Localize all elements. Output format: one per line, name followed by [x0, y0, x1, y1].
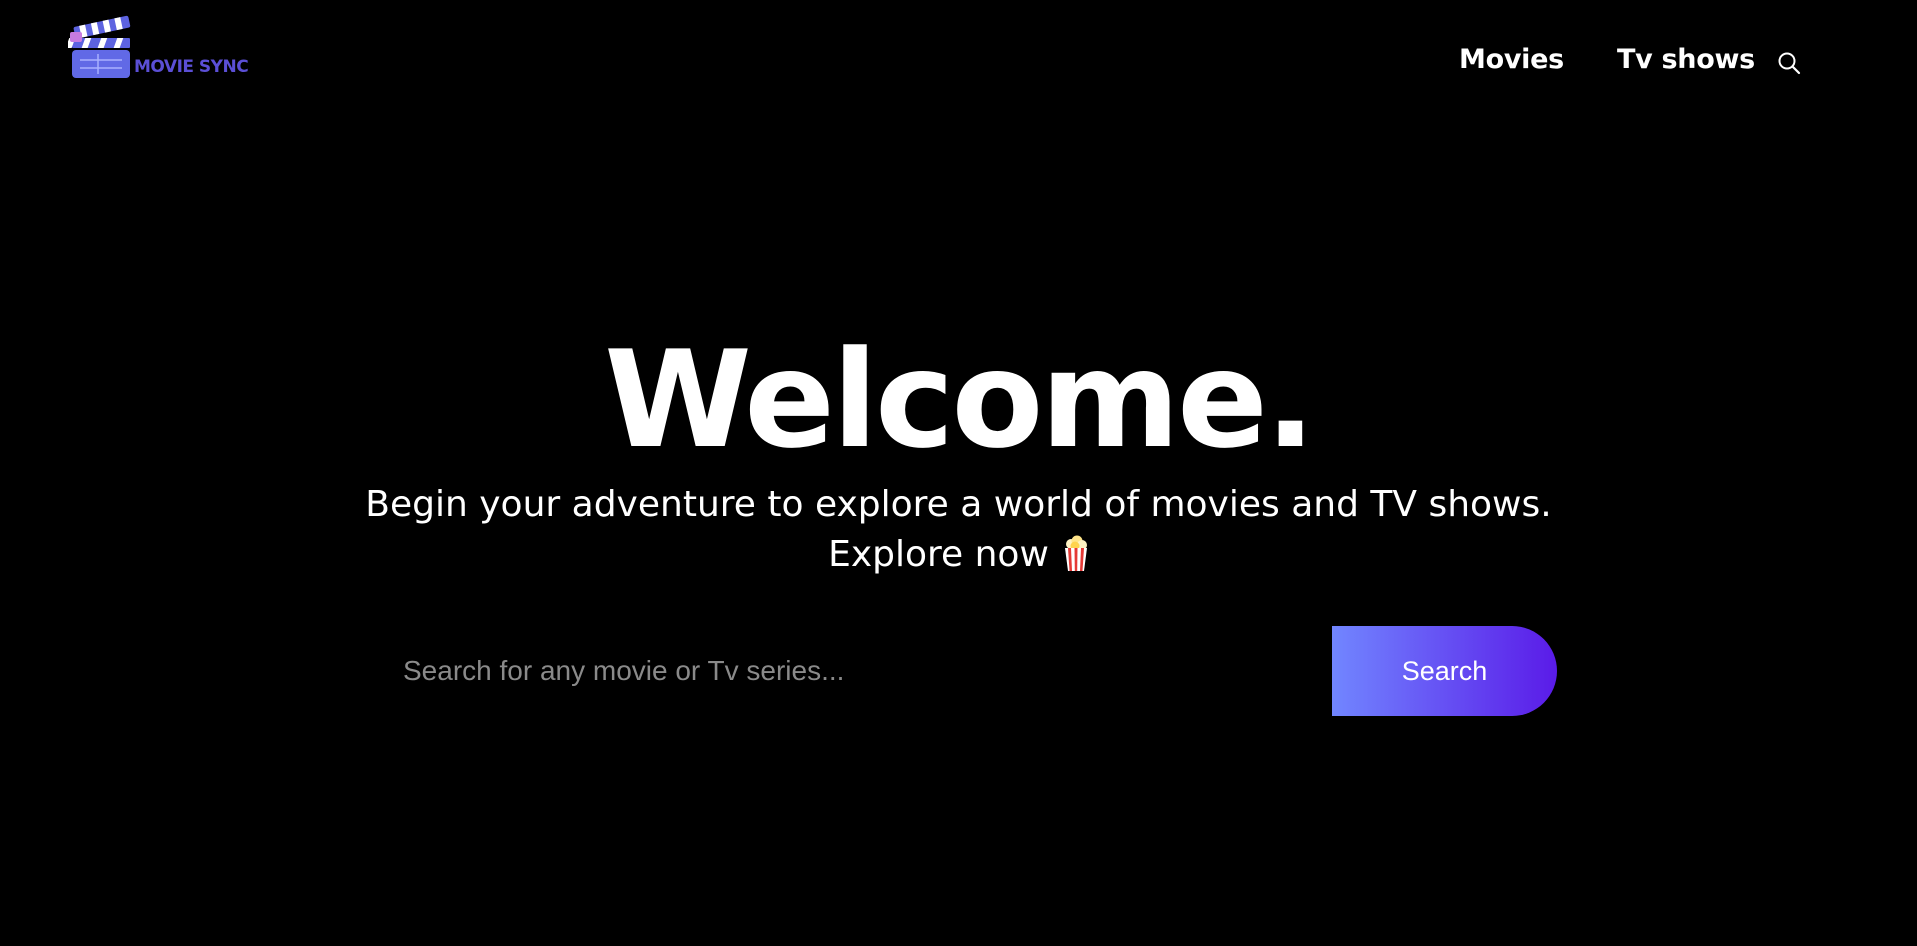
logo-text: MOVIE SYNC — [134, 57, 249, 77]
hero-section: Welcome. Begin your adventure to explore… — [0, 320, 1917, 580]
search-icon[interactable] — [1776, 50, 1802, 76]
nav-tv-shows-link[interactable]: Tv shows — [1617, 44, 1755, 75]
logo[interactable]: MOVIE SYNC — [68, 14, 268, 84]
explore-now-text: Explore now — [828, 534, 1049, 575]
hero-title: Welcome. — [604, 322, 1316, 478]
nav-movies-link[interactable]: Movies — [1459, 44, 1564, 75]
search-bar: Search — [373, 626, 1557, 716]
hero-cta-line: Explore now — [0, 530, 1917, 580]
clapperboard-icon — [68, 15, 131, 78]
hero-subtitle: Begin your adventure to explore a world … — [365, 484, 1552, 525]
popcorn-icon — [1063, 534, 1089, 572]
search-button[interactable]: Search — [1332, 626, 1557, 716]
search-input[interactable] — [373, 626, 1333, 716]
site-header: MOVIE SYNC Movies Tv shows — [0, 0, 1917, 130]
